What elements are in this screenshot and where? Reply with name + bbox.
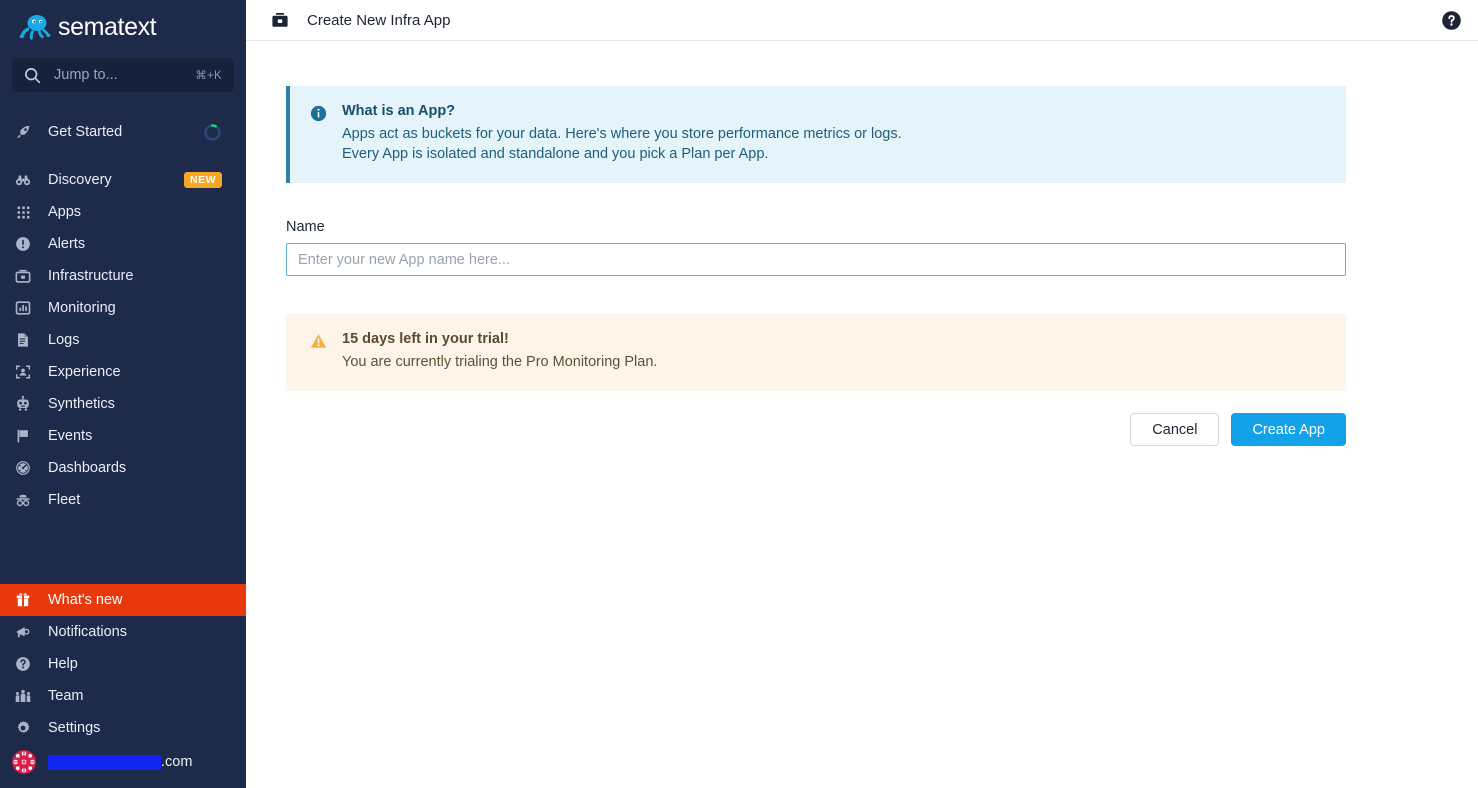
bar-chart-icon (12, 297, 34, 319)
name-field-label: Name (286, 219, 325, 235)
binoculars-icon (12, 169, 34, 191)
sidebar-item-label: Monitoring (48, 300, 116, 316)
create-app-button[interactable]: Create App (1231, 413, 1346, 446)
search-placeholder: Jump to... (54, 67, 118, 83)
sidebar-item-label: Alerts (48, 236, 86, 252)
sidebar-item-events[interactable]: Events (0, 420, 246, 452)
user-frame-icon (12, 361, 34, 383)
status-badge: NEW (184, 172, 222, 188)
search-icon (24, 67, 41, 84)
sidebar-item-label: Experience (48, 364, 121, 380)
sidebar-item-label: Infrastructure (48, 268, 134, 284)
help-circle-icon[interactable] (1441, 10, 1462, 31)
sidebar-item-fleet[interactable]: Fleet (0, 484, 246, 516)
sidebar: sematext Jump to... ⌘+K Get Started Disc… (0, 0, 246, 788)
fleet-hat-icon (12, 489, 34, 511)
info-banner: What is an App? Apps act as buckets for … (286, 86, 1346, 183)
trial-banner: 15 days left in your trial! You are curr… (286, 314, 1346, 391)
sidebar-item-label: Discovery (48, 172, 112, 188)
app-root: sematext Jump to... ⌘+K Get Started Disc… (0, 0, 1478, 788)
sidebar-item-label: Fleet (48, 492, 81, 508)
main-area: Create New Infra App What is an App? App… (246, 0, 1478, 788)
flag-icon (12, 425, 34, 447)
trial-banner-title: 15 days left in your trial! (342, 331, 509, 347)
sidebar-item-label: Team (48, 688, 84, 704)
gauge-icon (12, 457, 34, 479)
sidebar-item-label: Synthetics (48, 396, 115, 412)
sidebar-item-label: Apps (48, 204, 82, 220)
octopus-logo-icon (18, 12, 52, 42)
sidebar-item-synthetics[interactable]: Synthetics (0, 388, 246, 420)
sidebar-item-get-started[interactable]: Get Started (0, 116, 246, 148)
gift-icon (12, 589, 34, 611)
sidebar-item-label: Events (48, 428, 93, 444)
grid-apps-icon (12, 201, 34, 223)
info-banner-body: What is an App? Apps act as buckets for … (342, 103, 902, 164)
redaction-bar (48, 754, 161, 770)
sidebar-item-label: Get Started (48, 124, 123, 140)
robot-icon (12, 393, 34, 415)
sidebar-item-monitoring[interactable]: Monitoring (0, 292, 246, 324)
page-title: Create New Infra App (307, 11, 451, 29)
sidebar-item-dashboards[interactable]: Dashboards (0, 452, 246, 484)
sidebar-item-label: Logs (48, 332, 80, 348)
alert-circle-icon (12, 233, 34, 255)
onboarding-progress-ring (203, 123, 222, 142)
form-actions: Cancel Create App (286, 413, 1346, 446)
sidebar-item-label: Dashboards (48, 460, 127, 476)
sidebar-item-discovery[interactable]: Discovery NEW (0, 164, 246, 196)
sidebar-item-logs[interactable]: Logs (0, 324, 246, 356)
help-circle-icon (12, 653, 34, 675)
sidebar-item-help[interactable]: Help (0, 648, 246, 680)
megaphone-icon (12, 621, 34, 643)
user-avatar-icon (12, 750, 36, 774)
top-bar: Create New Infra App (246, 0, 1478, 41)
sidebar-nav: Get Started Discovery NEW Apps Alerts In… (0, 100, 246, 516)
user-email-suffix: .com (161, 754, 193, 770)
sidebar-item-label: Settings (48, 720, 101, 736)
info-circle-icon (310, 105, 327, 122)
brand-name: sematext (58, 12, 157, 41)
info-banner-line-2: Every App is isolated and standalone and… (342, 146, 769, 162)
sidebar-item-alerts[interactable]: Alerts (0, 228, 246, 260)
trial-banner-line-1: You are currently trialing the Pro Monit… (342, 354, 658, 370)
name-field-block: Name (286, 219, 1346, 276)
sidebar-item-label: What's new (48, 592, 123, 608)
sidebar-item-notifications[interactable]: Notifications (0, 616, 246, 648)
content-area: What is an App? Apps act as buckets for … (246, 41, 1478, 446)
app-name-input[interactable] (286, 243, 1346, 276)
team-people-icon (12, 685, 34, 707)
sidebar-item-settings[interactable]: Settings (0, 712, 246, 744)
rocket-icon (12, 121, 34, 143)
gear-icon (12, 717, 34, 739)
sidebar-item-whats-new[interactable]: What's new (0, 584, 246, 616)
sidebar-item-label: Help (48, 656, 78, 672)
search-shortcut: ⌘+K (195, 70, 222, 82)
document-lines-icon (12, 329, 34, 351)
brand-logo[interactable]: sematext (0, 6, 246, 48)
cancel-button[interactable]: Cancel (1130, 413, 1220, 446)
sidebar-item-apps[interactable]: Apps (0, 196, 246, 228)
warning-triangle-icon (310, 333, 327, 349)
sidebar-bottom-nav: What's new Notifications Help Team Setti… (0, 584, 246, 788)
info-banner-title: What is an App? (342, 103, 456, 119)
form-container: What is an App? Apps act as buckets for … (286, 86, 1346, 446)
user-email: .com (48, 754, 192, 770)
user-account-row[interactable]: .com (0, 746, 246, 778)
infrastructure-box-icon (12, 265, 34, 287)
sidebar-item-experience[interactable]: Experience (0, 356, 246, 388)
sidebar-item-team[interactable]: Team (0, 680, 246, 712)
search-input[interactable]: Jump to... ⌘+K (12, 58, 234, 92)
sidebar-item-infrastructure[interactable]: Infrastructure (0, 260, 246, 292)
infrastructure-box-icon (270, 10, 290, 30)
sidebar-item-label: Notifications (48, 624, 127, 640)
trial-banner-body: 15 days left in your trial! You are curr… (342, 331, 657, 372)
info-banner-line-1: Apps act as buckets for your data. Here'… (342, 126, 902, 142)
